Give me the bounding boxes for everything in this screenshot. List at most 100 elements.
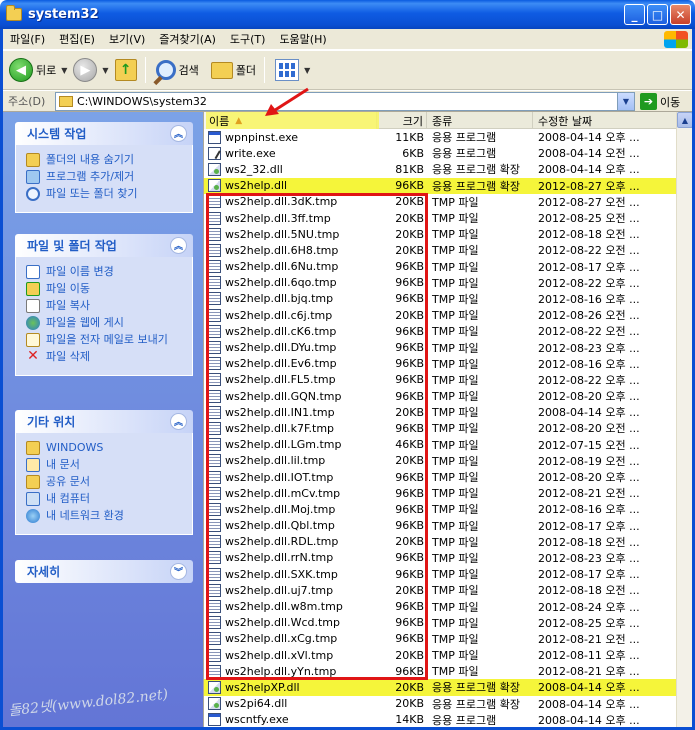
views-button[interactable]: ▼ (275, 59, 310, 81)
chevron-down-icon[interactable]: ▼ (304, 66, 310, 75)
file-name-cell[interactable]: ws2help.dll.xVl.tmp (204, 648, 377, 662)
go-button[interactable]: ➔ 이동 (640, 93, 680, 110)
table-row[interactable]: ws2help.dll.lil.tmp 20KB TMP 파일 2012-08-19 … (204, 453, 677, 469)
table-row[interactable]: ws2help.dll.3ff.tmp 20KB TMP 파일 2012-08-25 … (204, 210, 677, 226)
file-name-cell[interactable]: ws2help.dll.Moj.tmp (204, 502, 377, 516)
file-tasks-header[interactable]: 파일 및 폴더 작업 ︽ (15, 234, 193, 257)
file-name-cell[interactable]: ws2help.dll.cK6.tmp (204, 324, 377, 338)
file-name-cell[interactable]: ws2help.dll.DYu.tmp (204, 341, 377, 355)
close-button[interactable]: ✕ (670, 4, 691, 25)
menu-edit[interactable]: 편집(E) (52, 31, 102, 47)
table-row[interactable]: ws2help.dll.uj7.tmp 20KB TMP 파일 2012-08-18 … (204, 582, 677, 598)
chevron-down-icon[interactable]: ▼ (102, 66, 108, 75)
table-row[interactable]: wpnpinst.exe 11KB 응용 프로그램 2008-04-14 오후 ... (204, 129, 677, 145)
place-my-computer[interactable]: 내 컴퓨터 (26, 492, 182, 506)
file-name-cell[interactable]: ws2_32.dll (204, 162, 377, 176)
chevron-down-icon[interactable]: ▼ (61, 66, 67, 75)
address-input[interactable]: C:\WINDOWS\system32 ▼ (55, 92, 635, 111)
file-name-cell[interactable]: ws2help.dll.uj7.tmp (204, 583, 377, 597)
table-row[interactable]: ws2help.dll.IOT.tmp 96KB TMP 파일 2012-08-20 … (204, 469, 677, 485)
menu-help[interactable]: 도움말(H) (272, 31, 333, 47)
table-row[interactable]: ws2helpXP.dll 20KB 응용 프로그램 확장 2008-04-14 오후… (204, 679, 677, 696)
file-name-cell[interactable]: ws2help.dll.w8m.tmp (204, 600, 377, 614)
task-move-file[interactable]: 파일 이동 (26, 282, 182, 296)
scroll-up-icon[interactable]: ▲ (677, 112, 692, 128)
task-publish-web[interactable]: 파일을 웹에 게시 (26, 316, 182, 330)
place-my-documents[interactable]: 내 문서 (26, 458, 182, 472)
column-header-size[interactable]: 크기 (377, 112, 427, 129)
file-name-cell[interactable]: ws2help.dll.3dK.tmp (204, 195, 377, 209)
table-row[interactable]: ws2help.dll.5NU.tmp 20KB TMP 파일 2012-08-18 … (204, 226, 677, 242)
file-name-cell[interactable]: wpnpinst.exe (204, 130, 377, 144)
table-row[interactable]: ws2help.dll.w8m.tmp 96KB TMP 파일 2012-08-24 … (204, 598, 677, 614)
collapse-icon[interactable]: ︽ (170, 413, 187, 430)
file-name-cell[interactable]: ws2pi64.dll (204, 697, 377, 711)
collapse-icon[interactable]: ︽ (170, 125, 187, 142)
table-row[interactable]: ws2help.dll.Qbl.tmp 96KB TMP 파일 2012-08-17 … (204, 518, 677, 534)
table-row[interactable]: ws2help.dll.6H8.tmp 20KB TMP 파일 2012-08-22 … (204, 242, 677, 258)
table-row[interactable]: write.exe 6KB 응용 프로그램 2008-04-14 오전 ... (204, 145, 677, 161)
file-name-cell[interactable]: ws2help.dll.RDL.tmp (204, 535, 377, 549)
table-row[interactable]: ws2help.dll.3dK.tmp 20KB TMP 파일 2012-08-27 … (204, 194, 677, 210)
up-button[interactable]: ↑ (114, 59, 137, 81)
table-row[interactable]: ws2help.dll.yYn.tmp 96KB TMP 파일 2012-08-21 … (204, 663, 677, 679)
title-bar[interactable]: system32 _ □ ✕ (0, 0, 695, 29)
file-name-cell[interactable]: ws2help.dll.rrN.tmp (204, 551, 377, 565)
file-name-cell[interactable]: ws2help.dll.6H8.tmp (204, 243, 377, 257)
table-row[interactable]: ws2help.dll.DYu.tmp 96KB TMP 파일 2012-08-23 … (204, 339, 677, 355)
forward-button[interactable]: ▶ ▼ (73, 58, 109, 82)
chevron-down-icon[interactable]: ▼ (617, 93, 634, 110)
file-name-cell[interactable]: write.exe (204, 146, 377, 160)
column-header-type[interactable]: 종류 (427, 112, 533, 129)
table-row[interactable]: ws2help.dll 96KB 응용 프로그램 확장 2012-08-27 오후 .… (204, 177, 677, 194)
table-row[interactable]: ws2help.dll.IN1.tmp 20KB TMP 파일 2008-04-14 … (204, 404, 677, 420)
table-row[interactable]: ws2help.dll.Moj.tmp 96KB TMP 파일 2012-08-16 … (204, 501, 677, 517)
file-name-cell[interactable]: ws2help.dll.xCg.tmp (204, 632, 377, 646)
file-name-cell[interactable]: ws2help.dll.lil.tmp (204, 454, 377, 468)
table-row[interactable]: ws2_32.dll 81KB 응용 프로그램 확장 2008-04-14 오후 ..… (204, 161, 677, 177)
table-row[interactable]: wscntfy.exe 14KB 응용 프로그램 2008-04-14 오후 ... (204, 712, 677, 727)
file-name-cell[interactable]: wscntfy.exe (204, 713, 377, 727)
task-email-file[interactable]: 파일을 전자 메일로 보내기 (26, 333, 182, 347)
menu-tools[interactable]: 도구(T) (223, 31, 273, 47)
maximize-button[interactable]: □ (647, 4, 668, 25)
file-name-cell[interactable]: ws2help.dll.bjq.tmp (204, 292, 377, 306)
other-places-header[interactable]: 기타 위치 ︽ (15, 410, 193, 433)
place-windows[interactable]: WINDOWS (26, 441, 182, 455)
table-row[interactable]: ws2help.dll.FL5.tmp 96KB TMP 파일 2012-08-22 … (204, 372, 677, 388)
folders-button[interactable]: 폴더 (210, 61, 256, 79)
table-row[interactable]: ws2help.dll.bjq.tmp 96KB TMP 파일 2012-08-16 … (204, 291, 677, 307)
file-name-cell[interactable]: ws2help.dll.6qo.tmp (204, 276, 377, 290)
file-name-cell[interactable]: ws2help.dll.Wcd.tmp (204, 616, 377, 630)
task-copy-file[interactable]: 파일 복사 (26, 299, 182, 313)
column-header-date[interactable]: 수정한 날짜 (533, 112, 677, 129)
expand-icon[interactable]: ︾ (170, 563, 187, 580)
menu-favorites[interactable]: 즐겨찾기(A) (152, 31, 223, 47)
task-delete-file[interactable]: ✕ 파일 삭제 (26, 349, 182, 364)
file-name-cell[interactable]: ws2help.dll.3ff.tmp (204, 211, 377, 225)
table-row[interactable]: ws2pi64.dll 20KB 응용 프로그램 확장 2008-04-14 오후 .… (204, 696, 677, 712)
file-name-cell[interactable]: ws2help.dll.yYn.tmp (204, 664, 377, 678)
table-row[interactable]: ws2help.dll.6qo.tmp 96KB TMP 파일 2012-08-22 … (204, 275, 677, 291)
table-row[interactable]: ws2help.dll.6Nu.tmp 96KB TMP 파일 2012-08-17 … (204, 259, 677, 275)
minimize-button[interactable]: _ (624, 4, 645, 25)
file-name-cell[interactable]: ws2help.dll.c6j.tmp (204, 308, 377, 322)
place-shared-documents[interactable]: 공유 문서 (26, 475, 182, 489)
table-row[interactable]: ws2help.dll.cK6.tmp 96KB TMP 파일 2012-08-22 … (204, 323, 677, 339)
task-search-files[interactable]: 파일 또는 폴더 찾기 (26, 187, 182, 201)
menu-view[interactable]: 보기(V) (102, 31, 152, 47)
collapse-icon[interactable]: ︽ (170, 237, 187, 254)
table-row[interactable]: ws2help.dll.k7F.tmp 96KB TMP 파일 2012-08-20 … (204, 420, 677, 436)
table-row[interactable]: ws2help.dll.RDL.tmp 20KB TMP 파일 2012-08-18 … (204, 534, 677, 550)
system-tasks-header[interactable]: 시스템 작업 ︽ (15, 122, 193, 145)
table-row[interactable]: ws2help.dll.LGm.tmp 46KB TMP 파일 2012-07-15 … (204, 437, 677, 453)
file-name-cell[interactable]: ws2help.dll.SXK.tmp (204, 567, 377, 581)
column-header-name[interactable]: 이름 ▲ (204, 112, 379, 129)
file-name-cell[interactable]: ws2helpXP.dll (204, 680, 377, 694)
file-name-cell[interactable]: ws2help.dll.IN1.tmp (204, 405, 377, 419)
task-add-remove-programs[interactable]: 프로그램 추가/제거 (26, 170, 182, 184)
table-row[interactable]: ws2help.dll.mCv.tmp 96KB TMP 파일 2012-08-21 … (204, 485, 677, 501)
file-name-cell[interactable]: ws2help.dll.mCv.tmp (204, 486, 377, 500)
file-name-cell[interactable]: ws2help.dll.k7F.tmp (204, 421, 377, 435)
file-name-cell[interactable]: ws2help.dll.FL5.tmp (204, 373, 377, 387)
